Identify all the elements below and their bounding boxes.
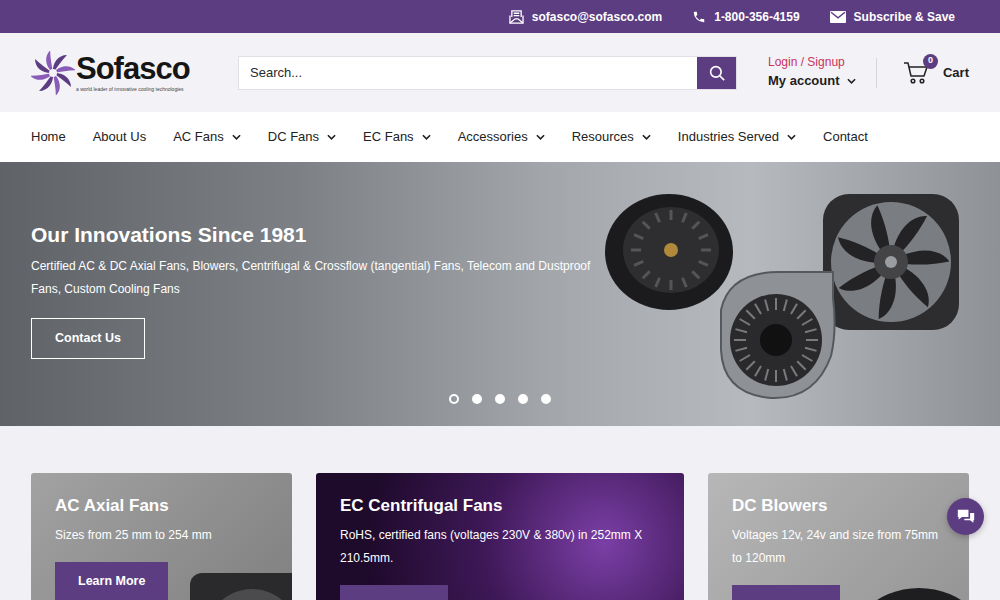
email-link[interactable]: sofasco@sofasco.com: [509, 8, 662, 26]
chat-bubbles-icon: [956, 508, 976, 526]
axial-fan-icon: [182, 565, 292, 600]
nav-item[interactable]: Accessories: [458, 127, 545, 147]
nav-item[interactable]: Industries Served: [678, 127, 796, 147]
top-bar: sofasco@sofasco.com 1-800-356-4159 Subscri…: [0, 0, 1000, 33]
category-cards: AC Axial Fans Sizes from 25 mm to 254 mm L…: [0, 426, 1000, 600]
hero-banner: Our Innovations Since 1981 Certified AC &…: [0, 162, 1000, 426]
card-title: AC Axial Fans: [55, 495, 268, 517]
my-account-label: My account: [768, 72, 840, 91]
learn-more-button[interactable]: [732, 585, 840, 600]
chevron-down-icon: [536, 134, 545, 140]
learn-more-button[interactable]: [340, 585, 448, 600]
login-link[interactable]: Login / Signup: [768, 54, 856, 71]
card-title: EC Centrifugal Fans: [340, 495, 660, 517]
carousel-dot[interactable]: [495, 394, 505, 404]
chevron-down-icon: [847, 78, 856, 84]
chevron-down-icon: [422, 134, 431, 140]
nav-label: Home: [31, 127, 66, 147]
pinwheel-logo-icon: [31, 51, 75, 95]
magnifier-icon: [708, 64, 726, 82]
phone-link[interactable]: 1-800-356-4159: [692, 8, 799, 26]
logo-text: Sofasco a world leader of innovative cool…: [76, 53, 190, 92]
email-icon: [509, 10, 524, 24]
category-card: DC Blowers Voltages 12v, 24v and size fro…: [708, 473, 969, 600]
header: Sofasco a world leader of innovative cool…: [0, 33, 1000, 112]
divider: [876, 58, 877, 88]
account: Login / SignupMy account: [768, 54, 856, 90]
cart-area: 0 Cart: [876, 58, 969, 88]
carousel-dots: [449, 394, 551, 404]
cart-count-badge: 0: [923, 54, 938, 69]
nav-label: Industries Served: [678, 127, 779, 147]
subscribe-link[interactable]: Subscribe & Save: [830, 8, 955, 26]
nav-label: AC Fans: [173, 127, 224, 147]
hero-subtitle: Certified AC & DC Axial Fans, Blowers, C…: [31, 255, 596, 301]
search-button[interactable]: [697, 57, 736, 89]
chat-button[interactable]: [947, 498, 984, 535]
nav-item[interactable]: About Us: [93, 127, 146, 147]
learn-more-button[interactable]: Learn More: [55, 562, 168, 600]
cart-icon-wrap: 0: [903, 61, 929, 85]
blower-fan-icon: [819, 573, 969, 600]
card-text: Voltages 12v, 24v and size from 75mm to …: [732, 524, 945, 570]
nav-label: About Us: [93, 127, 146, 147]
fans-product-icon: [601, 174, 971, 426]
carousel-dot[interactable]: [449, 394, 459, 404]
carousel-dot[interactable]: [541, 394, 551, 404]
chevron-down-icon: [787, 134, 796, 140]
nav-label: Contact: [823, 127, 868, 147]
carousel-dot[interactable]: [518, 394, 528, 404]
card-text: RoHS, certified fans (voltages 230V & 38…: [340, 524, 660, 570]
contact-button[interactable]: Contact Us: [31, 318, 145, 359]
my-account-menu[interactable]: My account: [768, 72, 856, 91]
nav-item[interactable]: DC Fans: [268, 127, 336, 147]
envelope-icon: [830, 11, 846, 23]
card-title: DC Blowers: [732, 495, 945, 517]
chevron-down-icon: [642, 134, 651, 140]
chevron-down-icon: [232, 134, 241, 140]
nav-item[interactable]: Contact: [823, 127, 868, 147]
logo[interactable]: Sofasco a world leader of innovative cool…: [31, 51, 238, 95]
phone-icon: [692, 10, 706, 24]
cart-label: Cart: [943, 63, 969, 83]
top-link-label: sofasco@sofasco.com: [532, 8, 662, 26]
card-text: Sizes from 25 mm to 254 mm: [55, 524, 268, 547]
nav-label: EC Fans: [363, 127, 414, 147]
top-link-label: Subscribe & Save: [854, 8, 955, 26]
search-input[interactable]: [239, 57, 697, 89]
nav-item[interactable]: AC Fans: [173, 127, 241, 147]
carousel-dot[interactable]: [472, 394, 482, 404]
chevron-down-icon: [327, 134, 336, 140]
nav-label: Resources: [572, 127, 634, 147]
hero-title: Our Innovations Since 1981: [31, 222, 306, 247]
category-card: AC Axial Fans Sizes from 25 mm to 254 mm L…: [31, 473, 292, 600]
hero-content: Our Innovations Since 1981 Certified AC &…: [31, 162, 601, 426]
nav-item[interactable]: Home: [31, 127, 66, 147]
nav-item[interactable]: Resources: [572, 127, 651, 147]
nav-label: DC Fans: [268, 127, 319, 147]
cart-link[interactable]: 0 Cart: [903, 61, 969, 85]
search-form: [238, 56, 737, 90]
category-card: EC Centrifugal Fans RoHS, certified fans …: [316, 473, 684, 600]
top-links: sofasco@sofasco.com 1-800-356-4159 Subscri…: [509, 8, 969, 26]
nav-item[interactable]: EC Fans: [363, 127, 431, 147]
top-link-label: 1-800-356-4159: [714, 8, 799, 26]
brand-name: Sofasco: [76, 53, 190, 84]
nav-label: Accessories: [458, 127, 528, 147]
brand-tagline: a world leader of innovative cooling tec…: [76, 86, 190, 92]
main-nav: Home About Us AC Fans DC Fans EC Fans Accesso…: [0, 112, 1000, 162]
